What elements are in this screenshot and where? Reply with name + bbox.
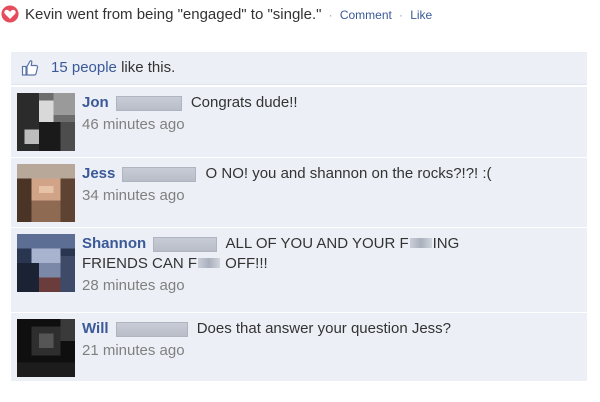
comment-item: Shannon ALL OF YOU AND YOUR F ING FRIENDS… bbox=[11, 227, 587, 312]
comment-link[interactable]: Comment bbox=[340, 8, 392, 22]
comment-text-part: OFF!!! bbox=[221, 255, 268, 272]
comment-body: Jon Congrats dude!! 46 minutes ago bbox=[82, 93, 577, 135]
comment-text: O NO! you and shannon on the rocks?!?! :… bbox=[205, 165, 492, 182]
censored-word bbox=[198, 258, 221, 268]
redacted-surname bbox=[115, 321, 188, 337]
comment-item: Jon Congrats dude!! 46 minutes ago bbox=[11, 86, 587, 157]
comment-timestamp[interactable]: 34 minutes ago bbox=[82, 186, 577, 206]
comment-text-part: ALL OF YOU AND YOUR F bbox=[225, 235, 409, 252]
censored-word bbox=[409, 238, 432, 248]
comment-line: FRIENDS CAN F OFF!!! bbox=[82, 254, 577, 274]
separator-dot: · bbox=[399, 8, 404, 22]
avatar[interactable] bbox=[17, 234, 75, 292]
separator-dot: · bbox=[328, 8, 333, 22]
comment-text: Congrats dude!! bbox=[190, 94, 298, 111]
comment-author[interactable]: Shannon bbox=[82, 235, 146, 252]
avatar[interactable] bbox=[17, 93, 75, 151]
comment-author[interactable]: Jon bbox=[82, 94, 109, 111]
heart-icon bbox=[1, 5, 19, 23]
comment-timestamp[interactable]: 28 minutes ago bbox=[82, 276, 577, 296]
comment-timestamp[interactable]: 46 minutes ago bbox=[82, 115, 577, 135]
likes-count-link[interactable]: 15 people bbox=[51, 59, 117, 76]
comment-item: Will Does that answer your question Jess… bbox=[11, 312, 587, 381]
comment-author[interactable]: Will bbox=[82, 320, 109, 337]
comment-item: Jess O NO! you and shannon on the rocks?… bbox=[11, 157, 587, 227]
avatar[interactable] bbox=[17, 164, 75, 222]
comment-text-part: FRIENDS CAN F bbox=[82, 255, 198, 272]
likes-suffix: like this. bbox=[116, 59, 176, 76]
avatar[interactable] bbox=[17, 319, 75, 377]
comment-text-part: ING bbox=[432, 235, 460, 252]
story-message: Kevin went from being "engaged" to "sing… bbox=[25, 6, 322, 23]
comment-body: Shannon ALL OF YOU AND YOUR F ING FRIENDS… bbox=[82, 234, 577, 296]
comment-text: Does that answer your question Jess? bbox=[196, 320, 452, 337]
thumbs-up-icon bbox=[21, 60, 39, 76]
redacted-surname bbox=[115, 95, 182, 111]
comment-line: Jess O NO! you and shannon on the rocks?… bbox=[82, 164, 577, 184]
comment-line: Shannon ALL OF YOU AND YOUR F ING bbox=[82, 234, 577, 254]
redacted-surname bbox=[153, 236, 218, 252]
story-text-line: Kevin went from being "engaged" to "sing… bbox=[25, 5, 432, 25]
likes-summary: 15 people like this. bbox=[51, 59, 175, 77]
comment-line: Jon Congrats dude!! bbox=[82, 93, 577, 113]
redacted-surname bbox=[122, 166, 197, 182]
likes-bar: 15 people like this. bbox=[11, 52, 587, 85]
comment-line: Will Does that answer your question Jess… bbox=[82, 319, 577, 339]
comment-timestamp[interactable]: 21 minutes ago bbox=[82, 341, 577, 361]
relationship-story: Kevin went from being "engaged" to "sing… bbox=[0, 0, 600, 40]
comment-author[interactable]: Jess bbox=[82, 165, 115, 182]
like-link[interactable]: Like bbox=[410, 8, 432, 22]
comment-body: Will Does that answer your question Jess… bbox=[82, 319, 577, 361]
comment-body: Jess O NO! you and shannon on the rocks?… bbox=[82, 164, 577, 206]
